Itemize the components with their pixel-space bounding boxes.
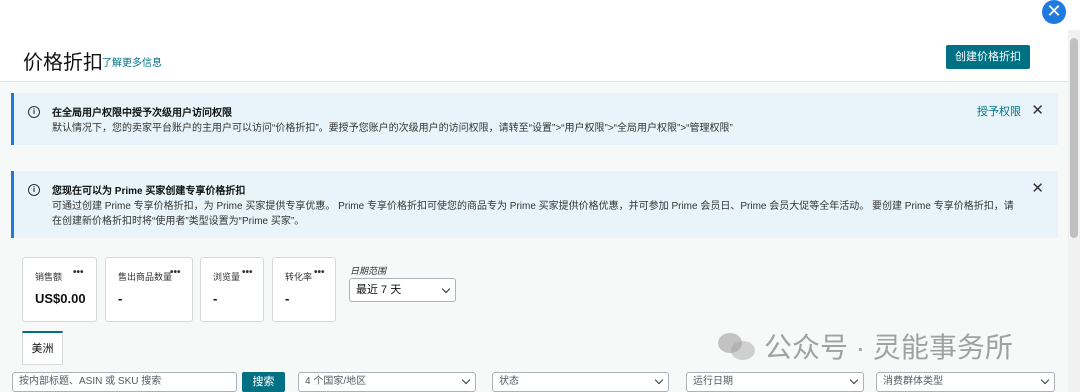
info-icon: i (28, 106, 40, 118)
prime-banner: i 您现在可以为 Prime 买家创建专享价格折扣 可通过创建 Prime 专享… (11, 171, 1058, 238)
date-range-select[interactable]: 最近 7 天 (349, 278, 456, 302)
more-options-icon[interactable]: ••• (314, 267, 325, 278)
metric-card-conversion: 转化率 ••• - (272, 257, 336, 322)
info-icon: i (28, 184, 40, 196)
country-select[interactable]: 4 个国家/地区 (298, 372, 476, 392)
learn-more-link[interactable]: 了解更多信息 (102, 54, 162, 69)
chevron-down-icon (654, 375, 664, 385)
metric-label: 转化率 (285, 272, 313, 282)
status-select[interactable]: 状态 (492, 372, 669, 392)
search-input[interactable]: 按内部标题、ASIN 或 SKU 搜索 (12, 372, 237, 392)
tab-americas[interactable]: 美洲 (22, 331, 63, 365)
close-icon[interactable]: ✕ (1031, 101, 1044, 119)
banner-body: 默认情况下，您的卖家平台账户的主用户可以访问“价格折扣”。要授予您账户的次级用户… (52, 123, 733, 134)
wechat-icon (718, 331, 756, 361)
metric-value: US$0.00 (35, 291, 86, 306)
permission-banner: i 在全局用户权限中授予次级用户访问权限 默认情况下，您的卖家平台账户的主用户可… (11, 93, 1058, 145)
banner-title: 您现在可以为 Prime 买家创建专享价格折扣 (52, 186, 246, 197)
metric-card-units: 售出商品数量 ••• - (105, 257, 193, 322)
close-icon[interactable]: ✕ (1031, 179, 1044, 197)
page-header: 价格折扣 了解更多信息 创建价格折扣 (0, 30, 1068, 82)
watermark-text: 公众号 · 灵能事务所 (764, 332, 1013, 363)
chevron-down-icon (461, 375, 471, 385)
scrollbar-thumb[interactable] (1070, 38, 1078, 238)
run-date-select-value: 运行日期 (693, 376, 733, 387)
banner-body: 可通过创建 Prime 专享价格折扣，为 Prime 买家提供专享优惠。 Pri… (52, 201, 1014, 227)
watermark: 公众号 · 灵能事务所 (718, 326, 1013, 366)
metric-label: 销售额 (35, 272, 63, 282)
date-range-label: 日期范围 (350, 266, 387, 276)
filter-bar: 按内部标题、ASIN 或 SKU 搜索 搜索 4 个国家/地区 状态 运行日期 … (0, 372, 1068, 392)
page-title: 价格折扣 (23, 52, 103, 74)
metric-card-sales: 销售额 ••• US$0.00 (22, 257, 97, 322)
metric-label: 浏览量 (213, 272, 241, 282)
chevron-down-icon (1040, 375, 1050, 385)
close-modal-button[interactable]: ✕ (1042, 0, 1066, 24)
more-options-icon[interactable]: ••• (170, 267, 181, 278)
chevron-down-icon (441, 284, 451, 294)
run-date-select[interactable]: 运行日期 (686, 372, 864, 392)
more-options-icon[interactable]: ••• (73, 267, 84, 278)
metric-card-views: 浏览量 ••• - (200, 257, 264, 322)
date-range-value: 最近 7 天 (356, 284, 402, 296)
status-select-value: 状态 (499, 376, 519, 387)
metric-value: - (118, 291, 123, 306)
chevron-down-icon (849, 375, 859, 385)
country-select-value: 4 个国家/地区 (305, 376, 367, 387)
audience-select-value: 消费群体类型 (883, 376, 943, 387)
grant-permission-link[interactable]: 授予权限 (977, 103, 1021, 119)
vertical-scrollbar[interactable] (1068, 30, 1080, 392)
audience-select[interactable]: 消费群体类型 (876, 372, 1055, 392)
metric-label: 售出商品数量 (118, 272, 173, 282)
modal-top-bar: ✕ (0, 0, 1080, 30)
metric-value: - (285, 291, 290, 306)
banner-title: 在全局用户权限中授予次级用户访问权限 (52, 108, 232, 119)
search-button[interactable]: 搜索 (242, 372, 285, 392)
metric-value: - (213, 291, 218, 306)
create-discount-button[interactable]: 创建价格折扣 (946, 45, 1030, 69)
more-options-icon[interactable]: ••• (242, 267, 253, 278)
